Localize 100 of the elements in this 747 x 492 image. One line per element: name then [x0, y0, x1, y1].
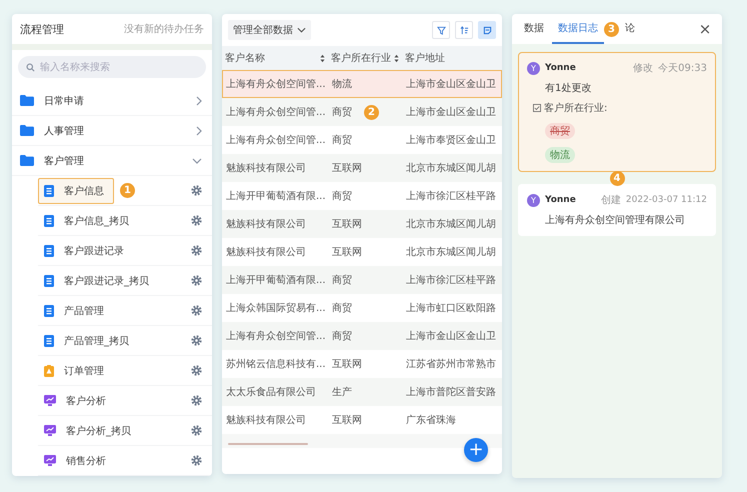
table-row[interactable]: 上海有舟众创空间管... 物流 上海市金山区金山卫: [222, 70, 502, 98]
table-cell-text: 互联网: [332, 414, 362, 427]
search-field[interactable]: 输入名称来搜索: [40, 62, 198, 72]
table-cell-text: 互联网: [332, 218, 362, 231]
document-icon: [44, 334, 54, 346]
tree-item[interactable]: 产品管理: [38, 298, 113, 324]
chart-monitor-icon: [44, 455, 56, 466]
settings-icon[interactable]: [191, 245, 202, 256]
table-row[interactable]: 太太乐食品有限公司 生产 上海市普陀区普安路: [222, 378, 502, 406]
chevron-right-icon: [196, 96, 202, 106]
table-cell-text: 上海开甲葡萄酒有限...: [226, 190, 326, 203]
action-label: 创建: [600, 194, 621, 207]
toolbar-button[interactable]: [455, 21, 473, 39]
table-row[interactable]: 上海众韩国际贸易有... 商贸 上海市虹口区欧阳路: [222, 294, 502, 322]
table-row[interactable]: 魅族科技有限公司 互联网 北京市东城区闻儿胡: [222, 238, 502, 266]
tree-item[interactable]: 客户跟进记录: [38, 238, 133, 264]
table-cell-text: 上海有舟众创空间管...: [226, 106, 326, 119]
table-cell-text: 上海有舟众创空间管...: [226, 134, 326, 147]
document-icon: [44, 244, 54, 256]
add-button[interactable]: +: [464, 438, 488, 462]
table-cell-text: 上海众韩国际贸易有...: [226, 302, 326, 315]
search-box[interactable]: 输入名称来搜索: [18, 56, 206, 78]
tree-item[interactable]: 产品管理_拷贝: [38, 328, 138, 354]
callout-badge: 3: [604, 22, 619, 36]
filter-icon: [436, 26, 446, 34]
column-header[interactable]: 客户所在行业: [331, 51, 391, 65]
new-value-tag: 物流: [545, 147, 575, 163]
table-cell-text: 上海开甲葡萄酒有限...: [226, 274, 326, 287]
column-header[interactable]: 客户名称: [225, 51, 265, 65]
tree-item[interactable]: 客户跟进记录_拷贝: [38, 268, 158, 294]
toolbar-button[interactable]: [478, 21, 496, 39]
checkbox-icon: [533, 104, 541, 112]
log-content: 上海有舟众创空间管理有限公司: [545, 214, 686, 227]
table-cell-text: 商贸: [332, 330, 352, 343]
settings-icon[interactable]: [191, 365, 202, 376]
tree-item[interactable]: 客户信息_拷贝: [38, 208, 138, 234]
table-cell-text: 互联网: [332, 162, 362, 175]
table-cell-text: 苏州铭云信息科技有...: [226, 358, 326, 371]
tree-item[interactable]: 销售分析: [38, 448, 115, 474]
callout-badge: 2: [364, 104, 379, 120]
toolbar-button[interactable]: [432, 21, 450, 39]
table-cell-text: 广东省珠海: [406, 414, 456, 427]
avatar: Y: [527, 62, 540, 74]
table-cell-text: 北京市东城区闻儿胡: [406, 218, 496, 231]
tab[interactable]: 数据: [518, 14, 550, 44]
table-cell-text: 上海市普陀区普安路: [406, 386, 496, 399]
chart-monitor-icon: [44, 395, 56, 406]
table-cell-text: 魅族科技有限公司: [226, 162, 306, 175]
tab[interactable]: 论: [619, 14, 641, 44]
table-row[interactable]: 魅族科技有限公司 互联网 北京市东城区闻儿胡: [222, 210, 502, 238]
folder-item[interactable]: 人事管理: [12, 116, 212, 146]
settings-icon[interactable]: [191, 305, 202, 316]
table-row[interactable]: 上海开甲葡萄酒有限... 商贸 上海市徐汇区桂平路: [222, 266, 502, 294]
table-cell-text: 魅族科技有限公司: [226, 246, 306, 259]
scrollbar[interactable]: [228, 443, 308, 445]
table-row[interactable]: 魅族科技有限公司 互联网 北京市东城区闻儿胡: [222, 154, 502, 182]
note-icon: [482, 26, 492, 34]
table-row[interactable]: 上海有舟众创空间管... 商贸 2 上海市金山区金山卫: [222, 98, 502, 126]
table-cell-text: 上海有舟众创空间管...: [226, 78, 326, 91]
tree-item[interactable]: 客户信息: [38, 178, 114, 204]
tab[interactable]: 数据日志: [552, 14, 604, 44]
folder-item[interactable]: 客户管理: [12, 146, 212, 176]
folder-item[interactable]: 日常申请: [12, 86, 212, 116]
scope-dropdown[interactable]: 管理全部数据: [228, 20, 311, 40]
settings-icon[interactable]: [191, 425, 202, 436]
table-cell-text: 生产: [332, 386, 352, 399]
table-cell-text: 魅族科技有限公司: [226, 218, 306, 231]
caret-icon: [297, 27, 306, 33]
column-header[interactable]: 客户地址: [405, 51, 445, 65]
change-summary: 有1处更改: [545, 82, 592, 95]
table-row[interactable]: 上海开甲葡萄酒有限... 商贸 上海市徐汇区桂平路: [222, 182, 502, 210]
folder-icon: [20, 125, 34, 136]
tree-item[interactable]: 客户分析: [38, 388, 115, 414]
table-row[interactable]: 苏州铭云信息科技有... 互联网 江苏省苏州市常熟市: [222, 350, 502, 378]
settings-icon[interactable]: [191, 275, 202, 286]
tree-item[interactable]: 客户分析_拷贝: [38, 418, 140, 444]
chevron-down-icon: [192, 158, 202, 164]
tree-item[interactable]: 订单管理: [38, 358, 113, 384]
table-cell-text: 物流: [332, 78, 352, 91]
table-cell-text: 上海市虹口区欧阳路: [406, 302, 496, 315]
table-cell-text: 互联网: [332, 246, 362, 259]
table-row[interactable]: 上海有舟众创空间管... 商贸 上海市奉贤区金山卫: [222, 126, 502, 154]
sort-arrows-icon[interactable]: [394, 54, 399, 62]
settings-icon[interactable]: [191, 395, 202, 406]
table-cell-text: 互联网: [332, 358, 362, 371]
table-row[interactable]: 魅族科技有限公司 互联网 广东省珠海: [222, 406, 502, 434]
settings-icon[interactable]: [191, 335, 202, 346]
settings-icon[interactable]: [191, 455, 202, 466]
sort-arrows-icon[interactable]: [320, 54, 325, 62]
user-name: Yonne: [545, 63, 576, 73]
table-cell-text: 上海市徐汇区桂平路: [406, 274, 496, 287]
settings-icon[interactable]: [191, 185, 202, 196]
close-button[interactable]: ×: [694, 18, 716, 40]
settings-icon[interactable]: [191, 215, 202, 226]
table-cell-text: 上海市金山区金山卫: [406, 106, 496, 119]
document-icon: [44, 184, 54, 196]
task-notice: 没有新的待办任务: [124, 22, 204, 36]
table-row[interactable]: 上海有舟众创空间管... 商贸 上海市金山区金山卫: [222, 322, 502, 350]
folder-icon: [20, 155, 34, 166]
table-cell-text: 上海市金山区金山卫: [406, 330, 496, 343]
